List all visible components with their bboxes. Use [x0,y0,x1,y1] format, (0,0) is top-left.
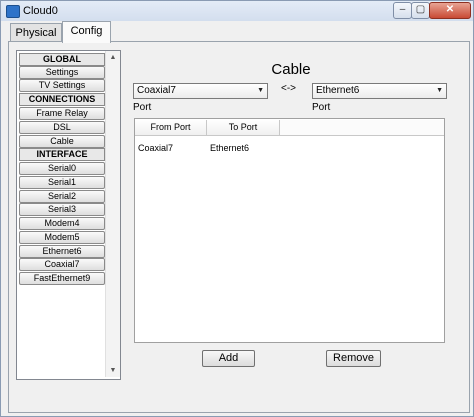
sidebar-scrollbar[interactable]: ▲ ▼ [105,51,120,377]
sidebar-item-fastethernet9[interactable]: FastEthernet9 [19,272,105,285]
sidebar-item-coaxial7[interactable]: Coaxial7 [19,258,105,271]
from-port-select-value: Coaxial7 [137,85,176,96]
title-bar: Cloud0 ‒ ▢ ✕ [1,1,473,21]
minimize-button[interactable]: ‒ [393,2,412,19]
tab-physical[interactable]: Physical [10,23,62,42]
sidebar-header-connections: CONNECTIONS [19,93,105,106]
maximize-button[interactable]: ▢ [411,2,430,19]
column-header-to-port[interactable]: To Port [207,120,280,136]
column-header-filler [280,120,444,136]
table-cell-to: Ethernet6 [210,143,250,153]
sidebar-item-serial3[interactable]: Serial3 [19,203,105,216]
swap-arrows-label: <-> [281,83,297,94]
sidebar-list: GLOBAL Settings TV Settings CONNECTIONS … [16,50,121,380]
add-button[interactable]: Add [202,350,255,367]
from-port-select[interactable]: Coaxial7 ▼ [133,83,268,99]
sidebar-item-frame-relay[interactable]: Frame Relay [19,107,105,120]
sidebar-item-serial2[interactable]: Serial2 [19,190,105,203]
sidebar-header-interface: INTERFACE [19,148,105,161]
scroll-down-icon[interactable]: ▼ [106,364,120,377]
sidebar-header-global: GLOBAL [19,53,105,66]
from-port-label: Port [133,102,152,113]
tab-config[interactable]: Config [62,21,111,43]
to-port-label: Port [312,102,331,113]
close-button[interactable]: ✕ [429,2,471,19]
page-title: Cable [271,61,311,78]
sidebar-item-modem4[interactable]: Modem4 [19,217,105,230]
cloud-config-window: Cloud0 ‒ ▢ ✕ Physical Config GLOBAL Sett… [0,0,474,417]
sidebar-item-dsl[interactable]: DSL [19,121,105,134]
scroll-up-icon[interactable]: ▲ [106,51,120,64]
window-title: Cloud0 [23,5,58,17]
app-icon [6,5,20,18]
remove-button[interactable]: Remove [326,350,381,367]
chevron-down-icon: ▼ [436,87,443,94]
sidebar-item-ethernet6[interactable]: Ethernet6 [19,245,105,258]
to-port-select-value: Ethernet6 [316,85,360,96]
sidebar-item-serial0[interactable]: Serial0 [19,162,105,175]
sidebar-item-settings[interactable]: Settings [19,66,105,79]
chevron-down-icon: ▼ [257,87,264,94]
table-cell-from: Coaxial7 [138,143,174,153]
sidebar-item-cable[interactable]: Cable [19,135,105,148]
column-header-from-port[interactable]: From Port [135,120,207,136]
sidebar-item-tv-settings[interactable]: TV Settings [19,79,105,92]
sidebar-item-modem5[interactable]: Modem5 [19,231,105,244]
to-port-select[interactable]: Ethernet6 ▼ [312,83,447,99]
sidebar-item-serial1[interactable]: Serial1 [19,176,105,189]
port-mapping-table: From Port To Port Coaxial7 Ethernet6 [134,118,445,343]
